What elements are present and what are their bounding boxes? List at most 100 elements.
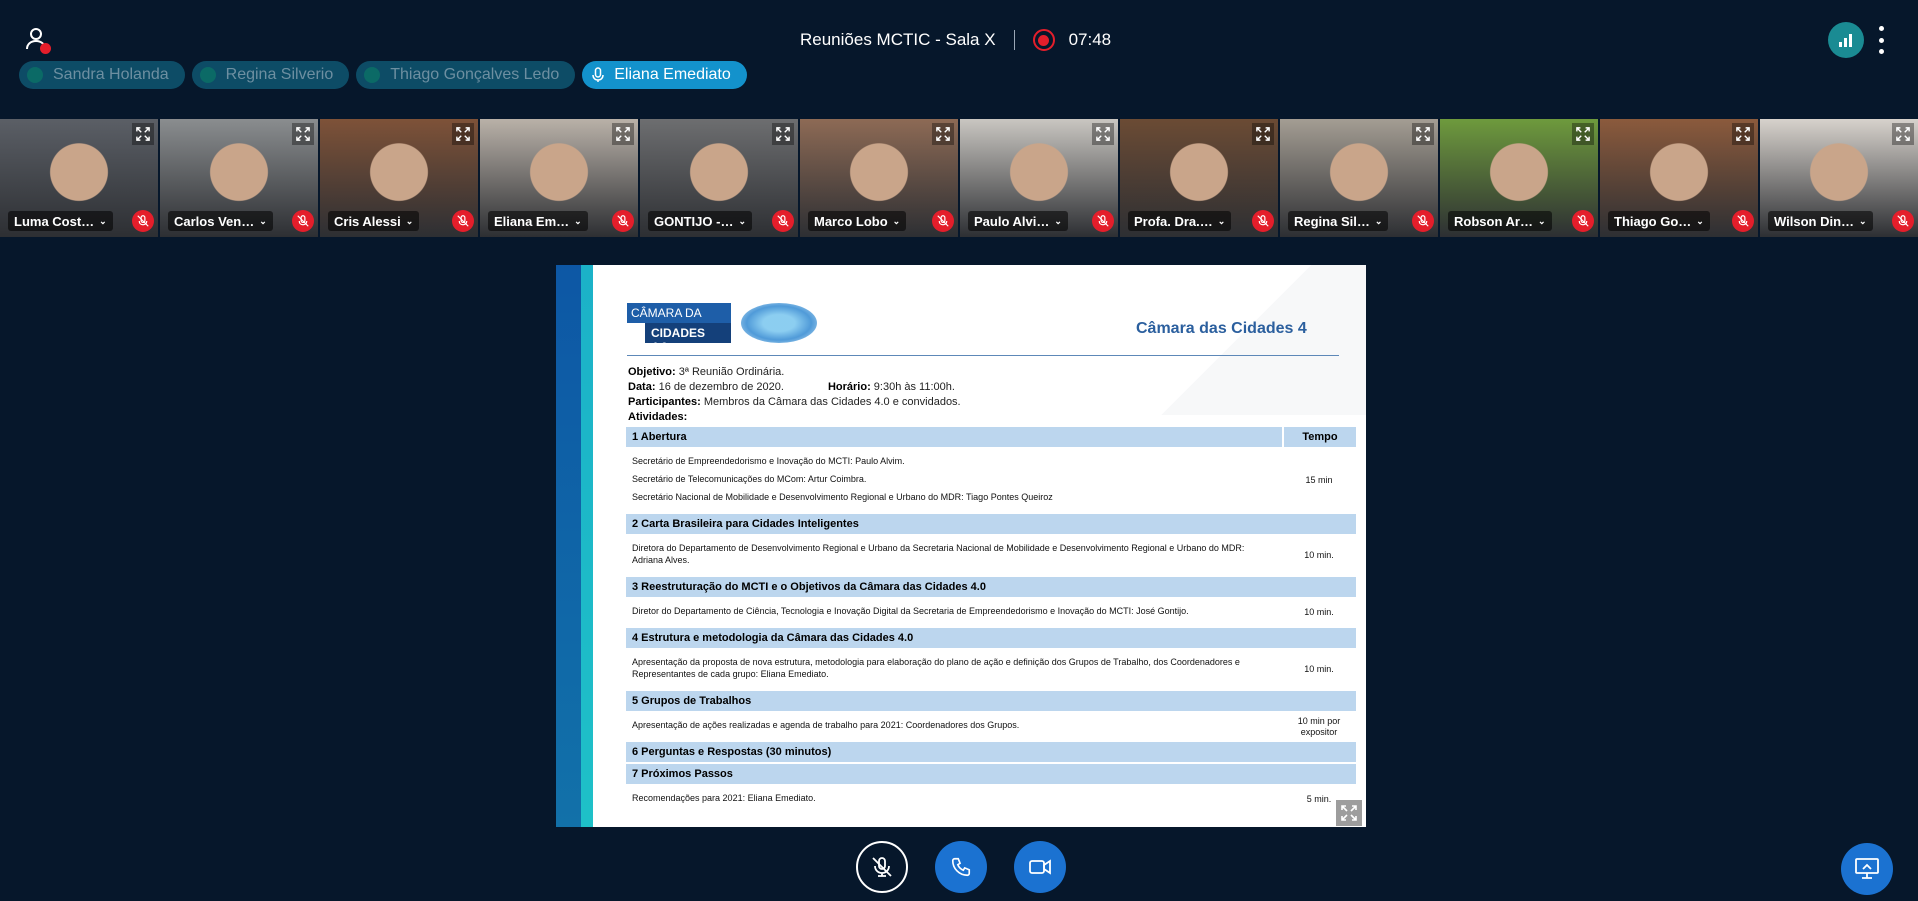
agenda-table: 1 Abertura Tempo Secretário de Empreendedo… <box>626 427 1356 815</box>
participant-name-menu[interactable]: GONTIJO -… ⌄ <box>648 211 752 231</box>
participant-tile[interactable]: Wilson Din… ⌄ <box>1760 119 1918 237</box>
agenda-line: Diretor do Departamento de Ciência, Tecn… <box>632 606 1189 616</box>
agenda-item: Secretário de Empreendedorismo e Inovaçã… <box>626 449 1356 512</box>
agenda-item: Diretor do Departamento de Ciência, Tecn… <box>626 599 1356 626</box>
participant-tile[interactable]: Luma Cost… ⌄ <box>0 119 158 237</box>
city-globe-image <box>741 303 817 343</box>
muted-mic-icon <box>1892 210 1914 232</box>
participants-icon[interactable] <box>24 26 51 54</box>
muted-mic-icon <box>772 210 794 232</box>
participant-tile[interactable]: Profa. Dra.… ⌄ <box>1120 119 1278 237</box>
participant-name: GONTIJO -… <box>654 213 734 229</box>
agenda-item-description: Apresentação da proposta de nova estrutu… <box>626 650 1282 689</box>
speaker-chip[interactable]: Sandra Holanda <box>19 61 185 89</box>
participant-name-menu[interactable]: Marco Lobo ⌄ <box>808 211 907 231</box>
speaker-chip[interactable]: Regina Silverio <box>191 61 350 89</box>
participant-name-menu[interactable]: Wilson Din… ⌄ <box>1768 211 1873 231</box>
muted-mic-icon <box>292 210 314 232</box>
participant-name: Wilson Din… <box>1774 213 1855 229</box>
participant-tile[interactable]: Thiago Go… ⌄ <box>1600 119 1758 237</box>
record-icon[interactable] <box>1032 29 1055 51</box>
expand-icon[interactable] <box>932 123 954 145</box>
speaker-chip[interactable]: Eliana Emediato <box>582 61 747 89</box>
title-rule <box>627 355 1339 356</box>
agenda-item: Recomendações para 2021: Eliana Emediato… <box>626 786 1356 813</box>
participant-name-menu[interactable]: Carlos Ven… ⌄ <box>168 211 273 231</box>
speaker-status-dot <box>364 67 381 83</box>
speaker-status-dot <box>199 67 216 83</box>
agenda-item-time: 15 min <box>1305 475 1333 485</box>
expand-icon[interactable] <box>1572 123 1594 145</box>
participant-name-menu[interactable]: Regina Sil… ⌄ <box>1288 211 1389 231</box>
phone-icon <box>951 857 971 877</box>
chevron-down-icon: ⌄ <box>1217 215 1226 226</box>
signal-bars-icon <box>1839 34 1852 47</box>
participant-name: Carlos Ven… <box>174 213 255 229</box>
participant-tile[interactable]: GONTIJO -… ⌄ <box>640 119 798 237</box>
participant-tile[interactable]: Marco Lobo ⌄ <box>800 119 958 237</box>
expand-icon[interactable] <box>1252 123 1274 145</box>
chevron-down-icon: ⌄ <box>1696 215 1704 226</box>
expand-icon[interactable] <box>1092 123 1114 145</box>
participant-name-menu[interactable]: Cris Alessi ⌄ <box>328 211 420 231</box>
agenda-item-description: Diretor do Departamento de Ciência, Tecn… <box>626 599 1282 626</box>
participant-name-menu[interactable]: Luma Cost… ⌄ <box>8 211 113 231</box>
hangup-button[interactable] <box>935 841 987 893</box>
participant-tile[interactable]: Regina Sil… ⌄ <box>1280 119 1438 237</box>
participant-name-menu[interactable]: Profa. Dra.… ⌄ <box>1128 211 1232 231</box>
meeting-meta: Objetivo: 3ª Reunião Ordinária. Data: 16… <box>628 366 961 423</box>
mute-button[interactable] <box>856 841 908 893</box>
more-options-icon[interactable] <box>1876 26 1886 54</box>
agenda-section-title: 5 Grupos de Trabalhos <box>626 691 1356 711</box>
video-button[interactable] <box>1014 841 1066 893</box>
expand-icon[interactable] <box>1732 123 1754 145</box>
expand-shared-screen-icon[interactable] <box>1336 800 1362 826</box>
agenda-section-header: 2 Carta Brasileira para Cidades Intelige… <box>626 514 1356 534</box>
muted-mic-icon <box>1572 210 1594 232</box>
participant-tile[interactable]: Cris Alessi ⌄ <box>320 119 478 237</box>
expand-icon[interactable] <box>612 123 634 145</box>
participant-name-menu[interactable]: Eliana Em… ⌄ <box>488 211 588 231</box>
agenda-section-title: 4 Estrutura e metodologia da Câmara das … <box>626 628 1356 648</box>
notification-dot <box>40 43 51 54</box>
expand-icon[interactable] <box>292 123 314 145</box>
participant-tile[interactable]: Robson Ar… ⌄ <box>1440 119 1598 237</box>
agenda-item-description: Apresentação de ações realizadas e agend… <box>626 713 1282 740</box>
agenda-line: Secretário Nacional de Mobilidade e Dese… <box>632 492 1053 502</box>
speaker-name: Sandra Holanda <box>53 66 169 83</box>
participant-tile[interactable]: Eliana Em… ⌄ <box>480 119 638 237</box>
mic-icon <box>592 67 604 82</box>
connection-stats-button[interactable] <box>1828 22 1864 58</box>
chevron-down-icon: ⌄ <box>738 215 746 226</box>
participant-strip: Luma Cost… ⌄ Carlos Ven… ⌄ Cris Alessi ⌄ Elian… <box>0 119 1918 237</box>
expand-icon[interactable] <box>452 123 474 145</box>
agenda-section-title: 2 Carta Brasileira para Cidades Intelige… <box>626 514 1356 534</box>
muted-mic-icon <box>932 210 954 232</box>
muted-mic-icon <box>1412 210 1434 232</box>
expand-icon[interactable] <box>1412 123 1434 145</box>
participant-name: Marco Lobo <box>814 213 888 229</box>
participant-tile[interactable]: Paulo Alvi… ⌄ <box>960 119 1118 237</box>
participant-name-menu[interactable]: Thiago Go… ⌄ <box>1608 211 1710 231</box>
expand-icon[interactable] <box>1892 123 1914 145</box>
agenda-section-header: 7 Próximos Passos <box>626 764 1356 784</box>
agenda-item-time: 10 min por expositor <box>1297 715 1341 737</box>
chevron-down-icon: ⌄ <box>1054 215 1062 226</box>
speaker-status-dot <box>27 67 43 83</box>
expand-icon[interactable] <box>772 123 794 145</box>
participant-name-menu[interactable]: Robson Ar… ⌄ <box>1448 211 1552 231</box>
agenda-section-title: 7 Próximos Passos <box>626 764 1356 784</box>
agenda-item-time: 10 min. <box>1304 550 1334 560</box>
agenda-line: Secretário de Telecomunicações do MCom: … <box>632 474 867 484</box>
participant-tile[interactable]: Carlos Ven… ⌄ <box>160 119 318 237</box>
camara-logo: CÂMARA DA CIDADES 4.0 <box>627 303 731 354</box>
speaker-chip[interactable]: Thiago Gonçalves Ledo <box>356 61 576 89</box>
chevron-down-icon: ⌄ <box>1537 215 1546 226</box>
muted-mic-icon <box>452 210 474 232</box>
participant-name-menu[interactable]: Paulo Alvi… ⌄ <box>968 211 1068 231</box>
speaker-name: Regina Silverio <box>225 66 334 83</box>
expand-icon[interactable] <box>132 123 154 145</box>
screen-share-button[interactable] <box>1841 843 1893 895</box>
screen-share-icon <box>1855 858 1879 879</box>
agenda-item-description: Secretário de Empreendedorismo e Inovaçã… <box>626 449 1282 512</box>
